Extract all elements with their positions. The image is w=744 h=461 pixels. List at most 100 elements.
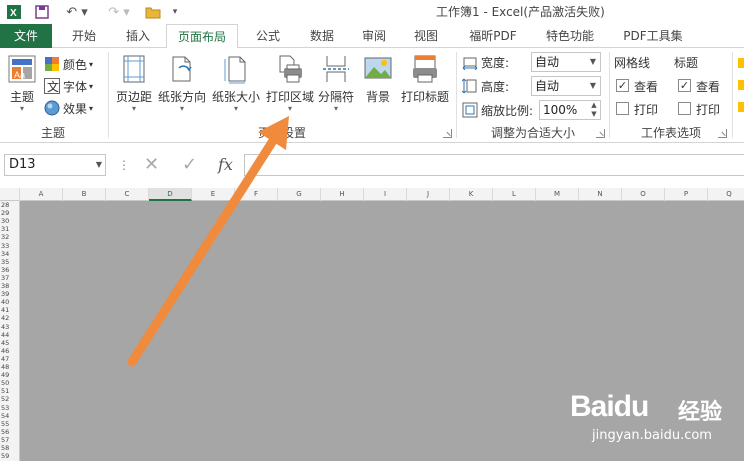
column-header-d[interactable]: D <box>149 188 192 201</box>
themes-button[interactable]: Aa 主题 ▾ <box>4 54 40 120</box>
tab-foxit-pdf[interactable]: 福昕PDF <box>458 24 528 48</box>
row-header-35[interactable]: 35 <box>0 258 19 266</box>
row-header-51[interactable]: 51 <box>0 387 19 395</box>
scale-launcher-icon[interactable] <box>596 129 605 138</box>
theme-effects-button[interactable]: 效果 ▾ <box>44 98 93 118</box>
row-header-30[interactable]: 30 <box>0 217 19 225</box>
row-header-56[interactable]: 56 <box>0 428 19 436</box>
row-header-43[interactable]: 43 <box>0 323 19 331</box>
row-header-48[interactable]: 48 <box>0 363 19 371</box>
enter-check-icon[interactable]: ✓ <box>182 154 197 175</box>
arrange-group-partial[interactable] <box>738 56 744 116</box>
tab-page-layout[interactable]: 页面布局 <box>166 24 238 49</box>
column-header-i[interactable]: I <box>364 188 407 201</box>
print-titles-button[interactable]: 打印标题 <box>399 54 451 120</box>
theme-colors-button[interactable]: 颜色 ▾ <box>44 54 93 74</box>
tab-pdf-tools[interactable]: PDF工具集 <box>612 24 694 48</box>
row-header-36[interactable]: 36 <box>0 266 19 274</box>
orientation-button[interactable]: 纸张方向 ▾ <box>156 54 208 120</box>
headings-view-checkbox[interactable]: ✓ <box>678 79 691 92</box>
theme-fonts-button[interactable]: 文 字体 ▾ <box>44 76 93 96</box>
row-header-39[interactable]: 39 <box>0 290 19 298</box>
cancel-icon[interactable]: ✕ <box>144 154 159 175</box>
tab-formulas[interactable]: 公式 <box>244 24 292 48</box>
row-header-38[interactable]: 38 <box>0 282 19 290</box>
column-header-e[interactable]: E <box>192 188 235 201</box>
print-area-button[interactable]: 打印区域 ▾ <box>264 54 316 120</box>
column-header-n[interactable]: N <box>579 188 622 201</box>
tab-special-features[interactable]: 特色功能 <box>534 24 606 48</box>
breaks-label: 分隔符 <box>317 90 354 104</box>
tab-review[interactable]: 审阅 <box>352 24 396 48</box>
row-header-31[interactable]: 31 <box>0 225 19 233</box>
row-header-55[interactable]: 55 <box>0 420 19 428</box>
row-header-45[interactable]: 45 <box>0 339 19 347</box>
column-header-a[interactable]: A <box>20 188 63 201</box>
chevron-down-icon: ▾ <box>287 104 292 113</box>
tab-data[interactable]: 数据 <box>298 24 346 48</box>
row-header-44[interactable]: 44 <box>0 331 19 339</box>
column-header-g[interactable]: G <box>278 188 321 201</box>
gridlines-print-checkbox[interactable] <box>616 102 629 115</box>
row-header-53[interactable]: 53 <box>0 404 19 412</box>
name-box[interactable]: D13 ▼ <box>4 154 106 176</box>
row-header-58[interactable]: 58 <box>0 444 19 452</box>
column-header-m[interactable]: M <box>536 188 579 201</box>
chevron-down-icon: ▼ <box>589 57 597 66</box>
row-header-59[interactable]: 59 <box>0 452 19 460</box>
print-titles-label: 打印标题 <box>400 90 449 104</box>
tab-insert[interactable]: 插入 <box>114 24 162 48</box>
column-header-c[interactable]: C <box>106 188 149 201</box>
height-dropdown[interactable]: 自动 ▼ <box>531 76 601 96</box>
row-header-47[interactable]: 47 <box>0 355 19 363</box>
headings-print-checkbox[interactable] <box>678 102 691 115</box>
column-header-h[interactable]: H <box>321 188 364 201</box>
page-setup-launcher-icon[interactable] <box>443 129 452 138</box>
row-header-41[interactable]: 41 <box>0 306 19 314</box>
select-all-corner[interactable] <box>0 188 20 201</box>
row-header-52[interactable]: 52 <box>0 395 19 403</box>
customize-qa-icon[interactable]: ▾ <box>168 3 182 21</box>
row-header-28[interactable]: 28 <box>0 201 19 209</box>
row-header-57[interactable]: 57 <box>0 436 19 444</box>
insert-function-icon[interactable]: fx <box>218 155 233 174</box>
column-header-p[interactable]: P <box>665 188 708 201</box>
breaks-button[interactable]: 分隔符 ▾ <box>316 54 356 120</box>
background-button[interactable]: 背景 <box>360 54 396 120</box>
tab-file[interactable]: 文件 <box>0 24 52 48</box>
scale-spinner[interactable]: 100% ▲ ▼ <box>539 100 601 120</box>
row-header-29[interactable]: 29 <box>0 209 19 217</box>
sheet-options-group-label: 工作表选项 <box>640 126 701 140</box>
row-header-49[interactable]: 49 <box>0 371 19 379</box>
column-header-b[interactable]: B <box>63 188 106 201</box>
row-header-42[interactable]: 42 <box>0 314 19 322</box>
redo-icon[interactable]: ↷ ▾ <box>104 3 134 21</box>
column-header-j[interactable]: J <box>407 188 450 201</box>
row-header-40[interactable]: 40 <box>0 298 19 306</box>
gridlines-view-checkbox[interactable]: ✓ <box>616 79 629 92</box>
width-dropdown[interactable]: 自动 ▼ <box>531 52 601 72</box>
row-header-37[interactable]: 37 <box>0 274 19 282</box>
row-header-54[interactable]: 54 <box>0 412 19 420</box>
size-button[interactable]: 纸张大小 ▾ <box>210 54 262 120</box>
undo-icon[interactable]: ↶ ▾ <box>62 3 92 21</box>
spinner-arrows-icon[interactable]: ▲ ▼ <box>588 101 600 119</box>
save-icon[interactable] <box>32 3 52 21</box>
sheet-options-launcher-icon[interactable] <box>718 129 727 138</box>
column-header-k[interactable]: K <box>450 188 493 201</box>
open-folder-icon[interactable] <box>142 3 164 21</box>
column-header-q[interactable]: Q <box>708 188 744 201</box>
formula-input[interactable] <box>244 154 744 176</box>
row-header-32[interactable]: 32 <box>0 233 19 241</box>
column-header-o[interactable]: O <box>622 188 665 201</box>
tab-home[interactable]: 开始 <box>60 24 108 48</box>
row-header-34[interactable]: 34 <box>0 250 19 258</box>
row-header-46[interactable]: 46 <box>0 347 19 355</box>
margins-button[interactable]: 页边距 ▾ <box>113 54 155 120</box>
row-header-33[interactable]: 33 <box>0 242 19 250</box>
row-header-50[interactable]: 50 <box>0 379 19 387</box>
themes-icon: Aa <box>7 54 37 84</box>
tab-view[interactable]: 视图 <box>404 24 448 48</box>
column-header-f[interactable]: F <box>235 188 278 201</box>
column-header-l[interactable]: L <box>493 188 536 201</box>
